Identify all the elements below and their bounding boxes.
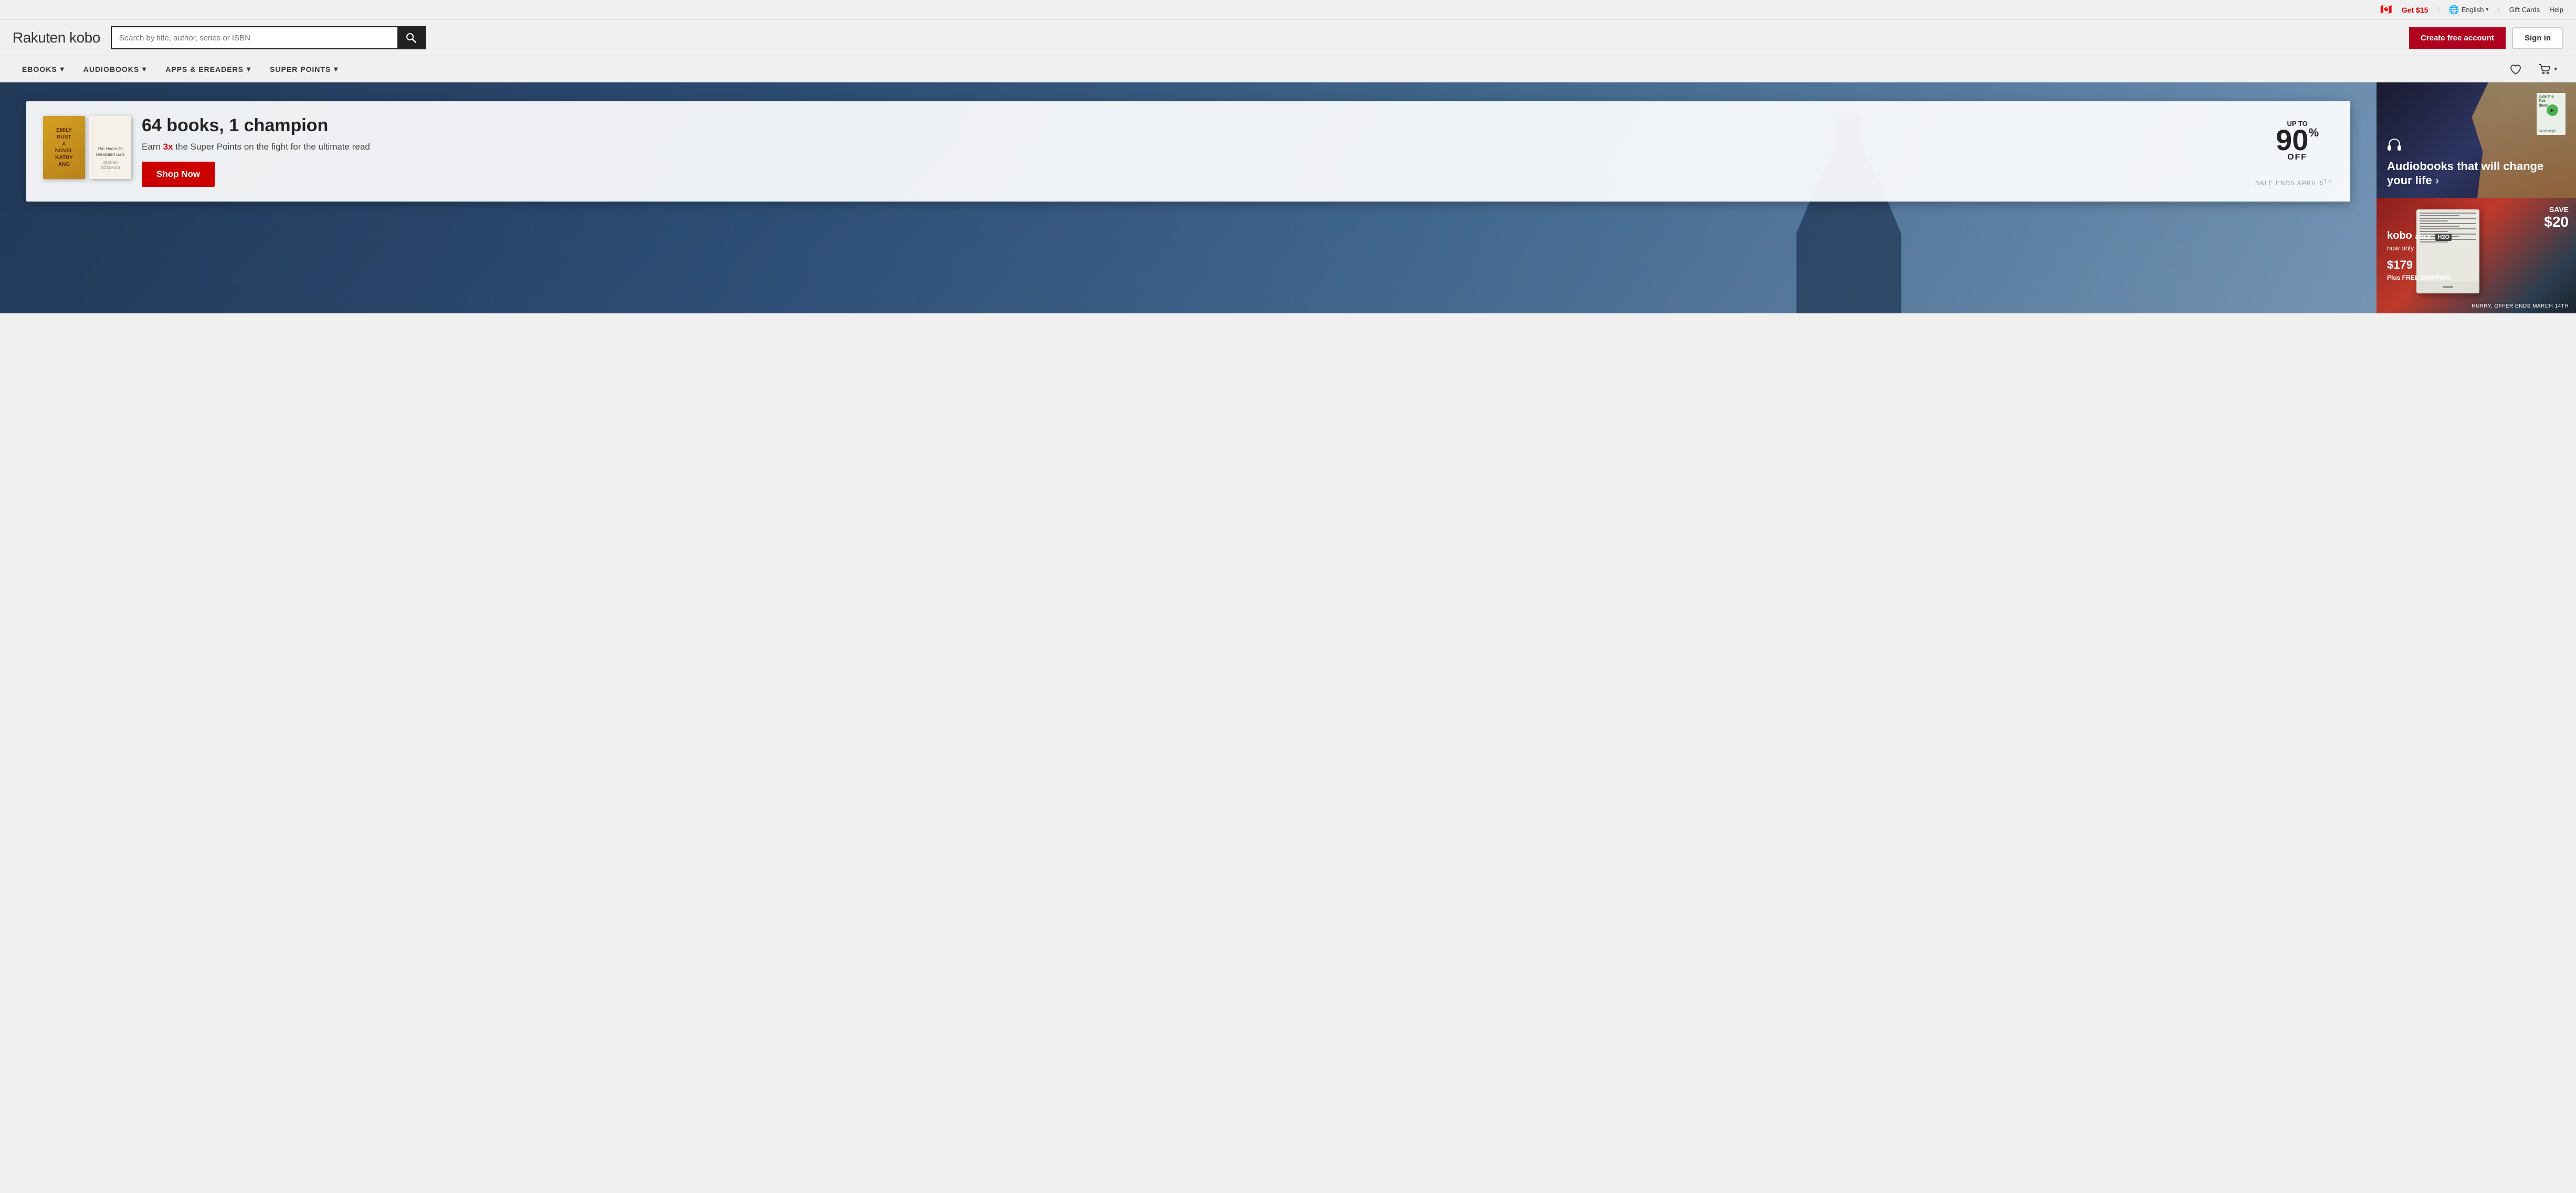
search-bar xyxy=(111,26,426,49)
help-link[interactable]: Help xyxy=(2549,6,2563,14)
hurry-text: HURRY, OFFER ENDS MARCH 14TH xyxy=(2472,303,2569,309)
search-button[interactable] xyxy=(397,27,425,48)
get-offer-link[interactable]: Get $15 xyxy=(2402,6,2428,14)
promo-title: 64 books, 1 champion xyxy=(142,116,2333,135)
header: Rakuten kobo Create free account Sign in xyxy=(0,20,2576,56)
language-label: English xyxy=(2462,6,2484,14)
top-bar: 🇨🇦 Get $15 | 🌐 English ▾ | Gift Cards He… xyxy=(0,0,2576,20)
wishlist-button[interactable] xyxy=(2503,57,2529,81)
search-icon xyxy=(406,33,416,43)
kobo-logo: kobo aura H2O xyxy=(2387,230,2566,242)
logo[interactable]: Rakuten kobo xyxy=(13,29,100,46)
discount-badge: UP TO 90% OFF xyxy=(2276,120,2319,162)
nav-item-ebooks[interactable]: eBOOKS ▾ xyxy=(13,56,74,82)
right-panels: calm thef*ckdown sarah knight ▶ Au xyxy=(2377,82,2576,313)
device-price: $179 xyxy=(2387,253,2566,272)
audiobooks-title: Audiobooks that will change your life › xyxy=(2387,160,2566,187)
heart-icon xyxy=(2509,62,2522,76)
headphone-icon xyxy=(2387,138,2566,155)
book-cover-1: EMILYRUSTANOVELKATHYANG xyxy=(43,116,85,179)
search-input[interactable] xyxy=(112,27,397,48)
chevron-down-icon: ▾ xyxy=(247,65,251,73)
globe-icon: 🌐 xyxy=(2449,5,2459,15)
create-account-button[interactable]: Create free account xyxy=(2409,27,2506,49)
canada-flag: 🇨🇦 xyxy=(2380,4,2392,15)
nav-icons: ▾ xyxy=(2503,57,2563,82)
device-content: kobo aura H2O now only $179 Plus FREE SH… xyxy=(2387,230,2566,281)
logo-text: Rakuten kobo xyxy=(13,29,100,46)
free-shipping-text: Plus FREE SHIPPING xyxy=(2387,274,2566,281)
chevron-down-icon: ▾ xyxy=(142,65,146,73)
header-actions: Create free account Sign in xyxy=(2409,27,2563,49)
nav-item-audiobooks[interactable]: AUDIOBOOKS ▾ xyxy=(74,56,156,82)
cart-icon xyxy=(2537,62,2552,77)
book-display: calm thef*ckdown sarah knight ▶ xyxy=(2537,93,2566,135)
arrow-icon: › xyxy=(2435,174,2439,187)
language-selector[interactable]: 🌐 English ▾ xyxy=(2449,5,2489,15)
main-content: EMILYRUSTANOVELKATHYANG The Home forUnwa… xyxy=(0,82,2576,313)
promo-text: 64 books, 1 champion Earn 3x the Super P… xyxy=(142,116,2333,187)
chevron-down-icon: ▾ xyxy=(2486,7,2488,13)
save-badge: SAVE $20 xyxy=(2544,205,2569,230)
nav-item-super-points[interactable]: SUPER POINTS ▾ xyxy=(260,56,348,82)
device-panel[interactable]: SAVE $20 xyxy=(2377,198,2576,313)
sale-ends-text: SALE ENDS APRIL 5TH xyxy=(2255,178,2331,187)
gift-cards-link[interactable]: Gift Cards xyxy=(2509,6,2540,14)
chevron-down-icon: ▾ xyxy=(2554,66,2557,72)
book-cover-2: The Home forUnwanted Girls JOANNA GOODMA… xyxy=(89,116,131,179)
hero-banner[interactable]: EMILYRUSTANOVELKATHYANG The Home forUnwa… xyxy=(0,82,2377,313)
promo-card: EMILYRUSTANOVELKATHYANG The Home forUnwa… xyxy=(26,101,2350,202)
cart-button[interactable]: ▾ xyxy=(2531,57,2563,82)
mini-book-1: calm thef*ckdown sarah knight ▶ xyxy=(2537,93,2566,135)
book-covers: EMILYRUSTANOVELKATHYANG The Home forUnwa… xyxy=(43,116,131,179)
audiobooks-panel[interactable]: calm thef*ckdown sarah knight ▶ Au xyxy=(2377,82,2576,198)
chevron-down-icon: ▾ xyxy=(334,65,338,73)
device-now-only: now only xyxy=(2387,244,2566,252)
nav-items: eBOOKS ▾ AUDIOBOOKS ▾ APPS & eREADERS ▾ … xyxy=(13,56,2503,82)
nav-item-apps-ereaders[interactable]: APPS & eREADERS ▾ xyxy=(156,56,260,82)
promo-subtitle: Earn 3x the Super Points on the fight fo… xyxy=(142,141,2333,153)
shop-now-button[interactable]: Shop Now xyxy=(142,162,215,187)
navigation-bar: eBOOKS ▾ AUDIOBOOKS ▾ APPS & eREADERS ▾ … xyxy=(0,56,2576,82)
sign-in-button[interactable]: Sign in xyxy=(2512,27,2563,49)
chevron-down-icon: ▾ xyxy=(60,65,65,73)
